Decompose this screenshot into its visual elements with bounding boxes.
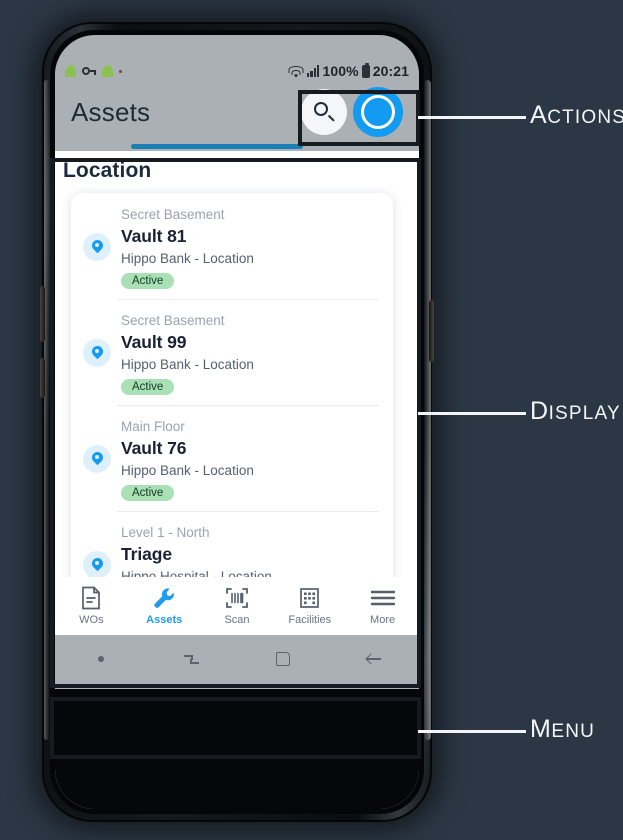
search-icon [314,102,335,122]
vpn-key-icon [82,66,96,77]
phone-left-edge-highlight [44,80,49,740]
wrench-icon [152,586,176,610]
header-actions [301,87,403,137]
barcode-scan-icon [225,586,249,610]
list-item[interactable]: Secret Basement Vault 81 Hippo Bank - Lo… [71,193,393,299]
android-status-bar: 100% 20:21 [55,60,419,82]
bottom-navigation-menu: WOs Assets Scan Facilities More [55,577,419,635]
list-item-title: Vault 81 [121,226,187,246]
menu-item-label: More [370,614,396,626]
battery-icon [361,62,370,78]
volume-up-button[interactable] [40,286,45,342]
list-item-org: Hippo Bank - Location [121,463,254,478]
android-icon [65,65,76,77]
list-item[interactable]: Main Floor Vault 76 Hippo Bank - Locatio… [71,405,393,511]
asset-carousel[interactable]: Location Secret Basement Vault 81 Hippo … [55,151,419,577]
annotation-label-actions: ACTIONS [530,101,623,129]
menu-item-label: WOs [79,614,104,626]
phone-right-edge-highlight [424,80,431,740]
building-icon [298,586,321,610]
battery-percent-label: 100% [322,63,359,79]
home-icon [275,652,290,666]
list-item-org: Hippo Bank - Location [121,251,254,266]
status-bar-notification-icons [65,65,122,77]
asset-carousel-viewport[interactable]: Location Secret Basement Vault 81 Hippo … [55,151,419,577]
carousel-pane-location: Location Secret Basement Vault 81 Hippo … [59,151,401,577]
menu-item-label: Assets [146,614,183,626]
clock-label: 20:21 [372,63,409,79]
android-navigation-bar [55,635,419,809]
status-badge: Active [121,379,175,395]
status-badge: Active [121,273,175,289]
pane-title-vehicles: Vehicles [417,151,419,193]
screenshot-stage: 100% 20:21 Assets Location Secret Baseme… [0,0,623,840]
annotation-leader-display [418,412,526,415]
volume-down-button[interactable] [40,358,45,398]
document-icon [80,586,102,610]
list-item-sublabel: Main Floor [121,419,185,434]
nav-back-button[interactable] [328,652,419,666]
nav-home-button[interactable] [237,652,328,666]
add-circle-icon [361,95,395,129]
dot-icon [97,656,104,662]
back-icon [364,652,381,666]
cellular-signal-icon [306,65,320,77]
menu-item-label: Scan [224,614,250,626]
location-pin-icon [83,233,111,261]
annotation-leader-actions [418,116,526,119]
phone-screen: 100% 20:21 Assets Location Secret Baseme… [55,35,419,809]
annotation-label-menu: MENU [530,715,596,743]
list-item[interactable]: Level 1 - North Triage Hippo Hospital - … [71,511,393,577]
list-item-sublabel: Level 1 - North [121,525,210,540]
recents-icon [184,653,199,666]
list-item-sublabel: Secret Basement [121,313,225,328]
location-pin-icon [83,551,111,577]
nav-dot-button[interactable] [55,656,146,662]
search-button[interactable] [301,89,347,135]
menu-item-assets[interactable]: Assets [128,586,201,626]
annotation-label-display: DISPLAY [530,397,621,425]
location-list-card: Secret Basement Vault 81 Hippo Bank - Lo… [71,193,393,577]
app-header: Assets [55,82,419,142]
list-item-sublabel: Secret Basement [121,207,225,222]
pane-title-location: Location [63,159,152,182]
menu-item-facilities[interactable]: Facilities [273,586,346,626]
screen-chin [55,689,419,809]
page-title: Assets [71,96,151,127]
dot-icon [119,69,122,73]
list-item-title: Vault 76 [121,438,187,458]
power-button[interactable] [429,300,434,362]
nav-recents-button[interactable] [146,653,237,666]
list-item-title: Vault 99 [121,332,187,352]
list-item-title: Triage [121,544,172,564]
list-item-org: Hippo Hospital - Location [121,569,272,577]
list-item-org: Hippo Bank - Location [121,357,254,372]
hamburger-menu-icon [370,586,396,610]
menu-item-wos[interactable]: WOs [55,586,128,626]
status-bar-system-icons: 100% 20:21 [288,62,409,79]
carousel-scroll-indicator[interactable] [55,142,419,151]
menu-item-scan[interactable]: Scan [201,586,274,626]
list-item[interactable]: Secret Basement Vault 99 Hippo Bank - Lo… [71,299,393,405]
status-badge: Active [121,485,175,501]
annotation-leader-menu [418,730,526,733]
location-pin-icon [83,339,111,367]
wifi-icon [288,65,304,77]
carousel-pane-vehicles: Vehicles Test Truck Hippo Bank - Vehicle… [417,151,419,577]
menu-item-more[interactable]: More [346,586,419,626]
add-asset-button[interactable] [353,87,403,137]
location-pin-icon [83,445,111,473]
menu-item-label: Facilities [288,614,332,626]
android-icon [102,65,113,77]
